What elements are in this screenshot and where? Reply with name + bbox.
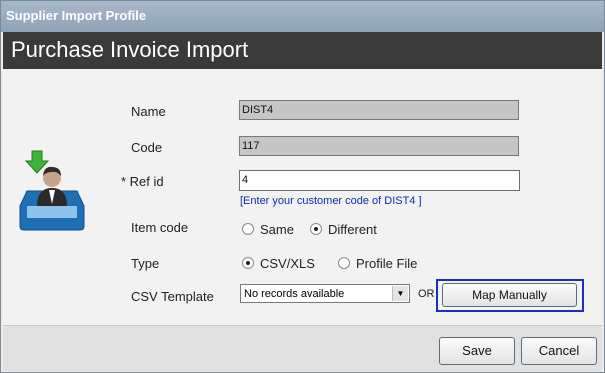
itemcode-different-radio[interactable] xyxy=(310,223,322,235)
type-label: Type xyxy=(131,256,160,271)
chevron-down-icon[interactable]: ▼ xyxy=(392,286,408,301)
or-label: OR xyxy=(418,288,435,300)
supplier-import-profile-window: Supplier Import Profile Purchase Invoice… xyxy=(0,0,605,373)
name-label: Name xyxy=(131,104,166,119)
window-title: Supplier Import Profile xyxy=(6,8,147,23)
itemcode-different-label[interactable]: Different xyxy=(328,222,377,237)
type-csv-label[interactable]: CSV/XLS xyxy=(260,256,315,271)
itemcode-same-radio[interactable] xyxy=(242,223,254,235)
itemcode-label: Item code xyxy=(131,220,189,235)
type-csv-radio[interactable] xyxy=(242,257,254,269)
inbox-user-download-icon xyxy=(17,146,87,236)
refid-input[interactable]: 4 xyxy=(239,170,520,191)
type-profile-radio[interactable] xyxy=(338,257,350,269)
name-field: DIST4 xyxy=(239,100,519,120)
page-title: Purchase Invoice Import xyxy=(11,37,249,62)
csv-template-label: CSV Template xyxy=(131,289,214,304)
code-field: 117 xyxy=(239,136,519,156)
csv-template-select[interactable]: No records available ▼ xyxy=(240,284,410,303)
itemcode-same-label[interactable]: Same xyxy=(260,222,294,237)
type-profile-label[interactable]: Profile File xyxy=(356,256,417,271)
save-button[interactable]: Save xyxy=(439,337,515,365)
refid-label: * Ref id xyxy=(121,174,164,189)
code-label: Code xyxy=(131,140,163,155)
cancel-button[interactable]: Cancel xyxy=(521,337,597,365)
refid-hint: [Enter your customer code of DIST4 ] xyxy=(240,195,422,207)
title-bar[interactable]: Supplier Import Profile xyxy=(1,1,604,32)
map-manually-button[interactable]: Map Manually xyxy=(442,283,577,307)
csv-template-value: No records available xyxy=(244,288,345,300)
page-header: Purchase Invoice Import xyxy=(3,32,602,69)
